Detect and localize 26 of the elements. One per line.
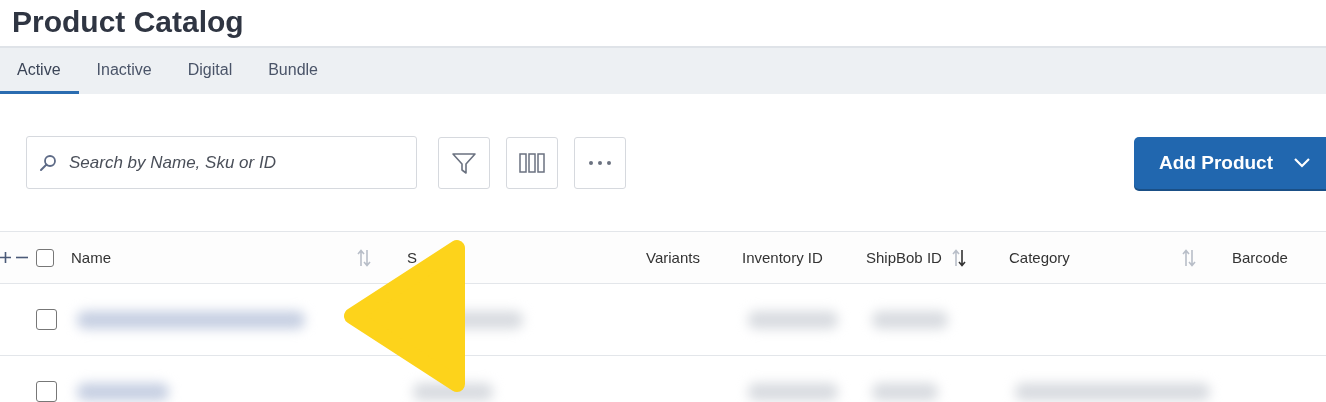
- column-header: Category: [1009, 249, 1070, 266]
- tab[interactable]: Active: [0, 48, 79, 94]
- columns-button[interactable]: [506, 136, 558, 189]
- blurred-text: [872, 382, 938, 401]
- tab[interactable]: Digital: [169, 48, 251, 94]
- add-product-button[interactable]: Add Product: [1134, 136, 1326, 189]
- row-checkbox[interactable]: [36, 309, 57, 330]
- expand-icon[interactable]: [0, 252, 11, 263]
- page-title: Product Catalog: [11, 4, 245, 40]
- column-header: ShipBob ID: [866, 249, 942, 266]
- columns-icon: [519, 151, 545, 174]
- column-header: Variants: [646, 249, 700, 266]
- tab[interactable]: Inactive: [78, 48, 170, 94]
- column-header: S: [407, 249, 417, 266]
- column-header: Inventory ID: [742, 249, 823, 266]
- search-field[interactable]: Search by Name, Sku or ID: [26, 136, 417, 189]
- tab[interactable]: Bundle: [250, 48, 336, 94]
- column-header: Barcode: [1232, 249, 1288, 266]
- column-header: Name: [71, 249, 111, 266]
- row-checkbox[interactable]: [36, 381, 57, 402]
- filter-button[interactable]: [438, 136, 490, 189]
- search-icon: [39, 153, 57, 172]
- more-icon: [587, 159, 613, 166]
- select-all-checkbox[interactable]: [36, 248, 54, 267]
- sort-icon[interactable]: [951, 248, 966, 267]
- caret-icon: [1293, 156, 1311, 169]
